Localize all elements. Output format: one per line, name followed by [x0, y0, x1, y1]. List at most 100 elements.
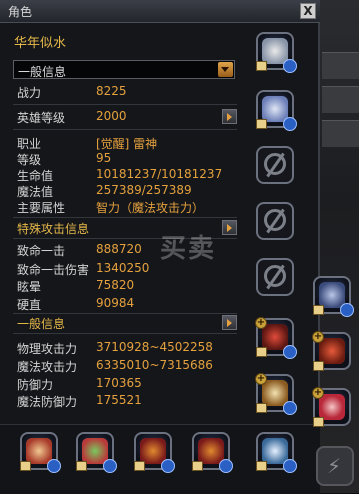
sync-icon	[283, 345, 297, 359]
stat-label: 职业	[17, 137, 42, 151]
equip-slot-accessory[interactable]: +	[255, 317, 297, 359]
stat-label: 等级	[17, 153, 42, 167]
equip-slot-empty[interactable]	[256, 258, 294, 296]
stat-row-mp: 魔法值 257389/257389	[13, 183, 237, 199]
stat-row-job: 职业 [觉醒] 雷神	[13, 135, 237, 151]
lock-icon	[313, 417, 324, 427]
stat-value: 257389/257389	[96, 183, 192, 197]
chevron-right-icon[interactable]	[222, 220, 237, 235]
close-button[interactable]: X	[300, 3, 316, 19]
sync-icon	[340, 303, 354, 317]
stat-value: 8225	[96, 84, 127, 98]
lock-icon	[256, 119, 267, 129]
divider	[13, 333, 237, 334]
stat-row-stun: 眩晕 75820	[13, 278, 237, 294]
equip-slot-empty[interactable]	[256, 146, 294, 184]
stat-value: 175521	[96, 393, 142, 407]
empty-slot-icon	[264, 265, 286, 287]
equip-slot-pet[interactable]	[20, 432, 61, 473]
background-band	[322, 120, 359, 147]
lock-icon	[313, 361, 324, 371]
stat-value: 90984	[96, 296, 135, 310]
equip-slot-pet-item[interactable]	[134, 432, 175, 473]
sync-icon	[283, 59, 297, 73]
equip-slot-title[interactable]: +	[312, 331, 351, 371]
stat-value: 75820	[96, 278, 135, 292]
lock-icon	[76, 461, 87, 471]
plus-icon: +	[255, 373, 267, 385]
plus-icon: +	[312, 331, 324, 343]
stat-row-hp: 生命值 10181237/10181237	[13, 167, 237, 183]
stat-row-level: 等级 95	[13, 151, 237, 167]
background-band	[322, 86, 359, 113]
empty-slot-icon	[264, 153, 286, 175]
stat-value: 3710928~4502258	[96, 340, 213, 354]
stat-row-defense: 防御力 170365	[13, 376, 237, 392]
lock-icon	[192, 461, 203, 471]
sync-icon	[283, 117, 297, 131]
stat-label: 魔法值	[17, 185, 54, 199]
stat-label: 致命一击	[17, 244, 66, 258]
stat-row-magic-attack: 魔法攻击力 6335010~7315686	[13, 358, 237, 374]
stat-label: 战力	[17, 86, 42, 100]
stat-label: 主要属性	[17, 201, 66, 215]
equip-slot-accessory[interactable]: +	[255, 373, 297, 415]
chevron-right-icon[interactable]	[222, 109, 237, 124]
stat-value: 95	[96, 151, 112, 165]
plus-icon: +	[255, 317, 267, 329]
sync-icon	[161, 459, 175, 473]
lock-icon	[134, 461, 145, 471]
equip-slot-orb[interactable]	[256, 432, 297, 473]
stat-row-main-attribute: 主要属性 智力（魔法攻击力）	[13, 199, 237, 215]
stat-row-combat-power: 战力 8225	[13, 84, 237, 100]
chevron-down-icon[interactable]	[218, 62, 233, 77]
sync-icon	[47, 459, 61, 473]
stat-label: 眩晕	[17, 280, 42, 294]
sync-icon	[283, 459, 297, 473]
equip-slot-weapon[interactable]	[313, 276, 354, 317]
divider	[13, 217, 237, 218]
character-name: 华年似水	[14, 36, 67, 51]
stat-row-hero-level: 英雄等级 2000	[13, 109, 237, 125]
dropdown-selected: 一般信息	[18, 65, 67, 79]
info-type-dropdown[interactable]: 一般信息	[13, 60, 235, 79]
equip-slot-emblem[interactable]: +	[312, 387, 351, 427]
stat-label: 物理攻击力	[17, 342, 78, 356]
character-panel: 角色 X 华年似水 一般信息 战力 8225 英雄等级 2000 职业 [觉醒]…	[0, 0, 320, 494]
stat-value: 2000	[96, 109, 127, 123]
equip-slot-empty[interactable]	[256, 202, 294, 240]
equip-slot-top[interactable]	[256, 90, 297, 131]
lock-icon	[313, 305, 324, 315]
window-title: 角色	[8, 5, 33, 19]
stat-value: 6335010~7315686	[96, 358, 213, 372]
title-bar[interactable]: 角色 X	[0, 0, 320, 23]
stat-row-magic-defense: 魔法防御力 175521	[13, 393, 237, 409]
stat-row-physical-attack: 物理攻击力 3710928~4502258	[13, 340, 237, 356]
chevron-right-icon[interactable]	[222, 315, 237, 330]
stat-value: 170365	[96, 376, 142, 390]
section-title: 一般信息	[17, 317, 66, 331]
equip-slot-pet-item[interactable]	[76, 432, 117, 473]
stats-list: 战力 8225 英雄等级 2000 职业 [觉醒] 雷神 等级 95 生命值 1…	[13, 80, 237, 480]
lock-icon	[256, 61, 267, 71]
stat-label: 魔法攻击力	[17, 360, 78, 374]
section-title: 特殊攻击信息	[17, 222, 90, 236]
stat-label: 英雄等级	[17, 111, 66, 125]
empty-slot-icon	[264, 209, 286, 231]
divider	[13, 104, 237, 105]
lock-icon	[20, 461, 31, 471]
equip-slot-pet-item[interactable]	[192, 432, 233, 473]
stat-label: 硬直	[17, 298, 42, 312]
stat-value: 1340250	[96, 261, 150, 275]
general-info-section[interactable]: 一般信息	[13, 315, 237, 332]
equip-slot-head[interactable]	[256, 32, 297, 73]
stat-label: 生命值	[17, 169, 54, 183]
stat-label: 防御力	[17, 378, 54, 392]
stat-row-stiff: 硬直 90984	[13, 296, 237, 312]
stat-label: 致命一击伤害	[17, 263, 90, 277]
divider	[13, 129, 237, 130]
lightning-icon[interactable]	[316, 446, 354, 486]
stat-value: 智力（魔法攻击力）	[96, 201, 205, 215]
stat-label: 魔法防御力	[17, 395, 78, 409]
divider	[13, 313, 237, 314]
